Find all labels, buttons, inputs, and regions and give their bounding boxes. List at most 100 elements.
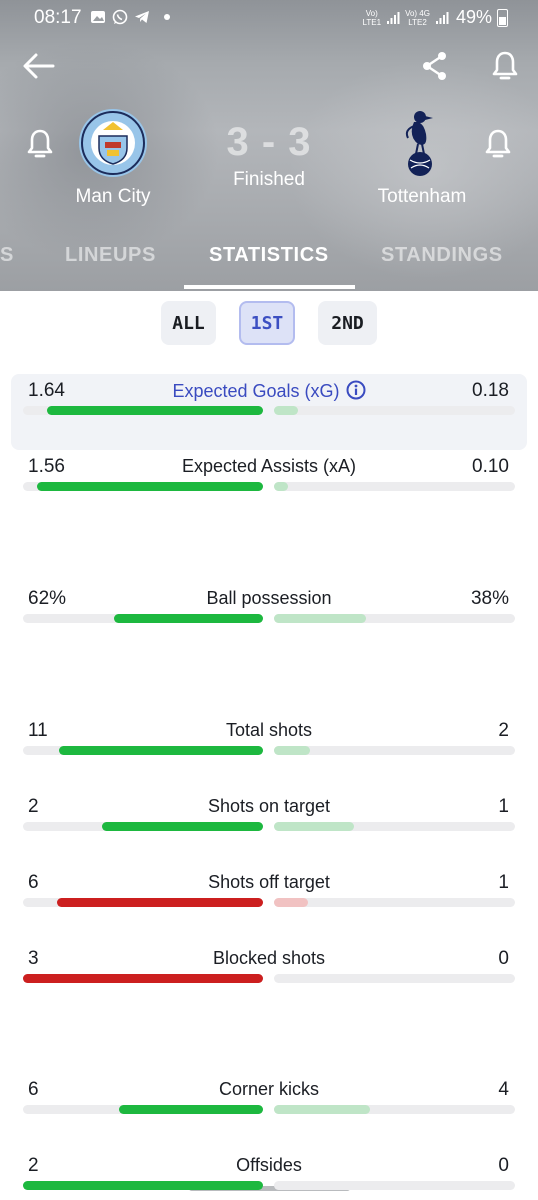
home-stat-bar-track — [23, 406, 263, 415]
home-stat-bar-track — [23, 974, 263, 983]
share-icon[interactable] — [421, 50, 449, 82]
battery-percent: 49% — [455, 7, 492, 27]
home-stat-bar-fill — [23, 1181, 263, 1190]
signal-icon — [387, 11, 400, 24]
notification-icons — [90, 9, 170, 25]
home-stat-bar-track — [23, 822, 263, 831]
match-status: Finished — [233, 169, 305, 190]
stat-row: 1.56 Expected Assists (xA) 0.10 — [0, 456, 538, 526]
away-stat-bar-fill — [274, 614, 366, 623]
gallery-icon — [91, 11, 105, 23]
away-stat-bar-track — [274, 974, 515, 983]
away-stat-bar-fill — [274, 746, 311, 755]
period-2nd-chip[interactable]: 2ND — [318, 301, 377, 345]
sim2-indicator: Vo) 4G LTE2 — [405, 9, 430, 27]
away-stat-bar-fill — [274, 898, 308, 907]
stat-label-text: Blocked shots — [212, 948, 326, 968]
home-stat-bar-fill — [23, 974, 263, 983]
home-team-name: Man City — [75, 186, 151, 207]
tab-summary[interactable]: S — [0, 244, 14, 267]
stat-row: 6 Shots off target 1 — [0, 872, 538, 942]
home-stat-bar-track — [23, 746, 263, 755]
status-bar: 08:17 Vo) LTE1 Vo) 4G LTE2 49% — [0, 0, 538, 36]
away-stat-bar-track — [274, 482, 515, 491]
away-stat-bar-track — [274, 1181, 515, 1190]
whatsapp-icon — [112, 9, 128, 25]
battery-icon — [497, 8, 508, 27]
away-stat-bar-fill — [274, 822, 354, 831]
sim1-indicator: Vo) LTE1 — [363, 9, 382, 27]
home-team[interactable]: Man City — [55, 108, 171, 208]
home-stat-bar-fill — [56, 898, 263, 907]
info-icon[interactable] — [346, 380, 366, 400]
status-time: 08:17 — [34, 7, 82, 28]
away-team-bell-icon[interactable] — [484, 128, 512, 160]
telegram-icon — [135, 11, 149, 23]
stat-away-value: 1 — [498, 872, 509, 893]
away-stat-bar-fill — [274, 1105, 371, 1114]
home-team-bell-icon[interactable] — [26, 128, 54, 160]
tab-standings[interactable]: STANDINGS — [381, 244, 503, 267]
stat-label[interactable]: Expected Goals (xG) — [0, 380, 538, 402]
more-notifications-dot — [164, 14, 170, 20]
home-stat-bar-track — [23, 1105, 263, 1114]
away-stat-bar-track — [274, 614, 515, 623]
stat-row: 1.64 Expected Goals (xG) 0.18 — [0, 374, 538, 450]
stat-away-value: 0 — [498, 948, 509, 969]
signal-icon — [435, 11, 449, 24]
stat-away-value: 0.10 — [472, 456, 509, 477]
man-city-crest-icon — [79, 109, 147, 177]
home-stat-bar-track — [23, 614, 263, 623]
back-arrow-icon[interactable] — [22, 52, 56, 80]
match-screen: 08:17 Vo) LTE1 Vo) 4G LTE2 49% Man City … — [0, 0, 538, 1200]
stat-away-value: 4 — [498, 1079, 509, 1100]
sim2-volte-label: Vo) 4G — [405, 8, 430, 18]
home-stat-bar-track — [23, 482, 263, 491]
stat-away-value: 1 — [498, 796, 509, 817]
period-1st-chip[interactable]: 1ST — [239, 301, 295, 345]
stat-label-text: Expected Goals (xG) — [172, 381, 340, 401]
stat-label: Expected Assists (xA) — [0, 456, 538, 477]
stat-label: Shots on target — [0, 796, 538, 817]
tab-lineups[interactable]: LINEUPS — [65, 244, 156, 267]
home-stat-bar-fill — [119, 1105, 263, 1114]
system-indicators: Vo) LTE1 Vo) 4G LTE2 49% — [363, 7, 508, 28]
home-stat-bar-track — [23, 898, 263, 907]
period-selector: ALL 1ST 2ND — [0, 301, 538, 347]
stat-label-text: Offsides — [236, 1155, 302, 1175]
stat-away-value: 2 — [498, 720, 509, 741]
stat-row: 6 Corner kicks 4 — [0, 1079, 538, 1149]
tottenham-crest-icon — [405, 111, 433, 176]
home-stat-bar-fill — [102, 822, 263, 831]
stat-label: Shots off target — [0, 872, 538, 893]
stat-label: Ball possession — [0, 588, 538, 609]
match-tabs: S LINEUPS STATISTICS STANDINGS — [0, 232, 538, 290]
stat-label-text: Shots off target — [208, 872, 330, 892]
home-stat-bar-fill — [114, 614, 263, 623]
stat-label: Corner kicks — [0, 1079, 538, 1100]
sim2-lte-label: LTE2 — [408, 17, 427, 27]
stat-label: Total shots — [0, 720, 538, 741]
stat-away-value: 0.18 — [472, 380, 509, 401]
stat-row: 2 Offsides 0 — [0, 1155, 538, 1200]
stat-row: 2 Shots on target 1 — [0, 796, 538, 866]
score-block: 3 - 3 Finished — [199, 120, 339, 191]
stat-label-text: Expected Assists (xA) — [181, 456, 357, 476]
away-stat-bar-track — [274, 1105, 515, 1114]
stat-label-text: Total shots — [225, 720, 313, 740]
away-stat-bar-track — [274, 746, 515, 755]
sim1-lte-label: LTE1 — [362, 17, 382, 27]
period-all-chip[interactable]: ALL — [161, 301, 216, 345]
away-stat-bar-track — [274, 406, 515, 415]
home-stat-bar-fill — [37, 482, 263, 491]
home-stat-bar-fill — [59, 746, 263, 755]
stat-label-text: Corner kicks — [218, 1079, 320, 1099]
home-stat-bar-fill — [47, 406, 263, 415]
stat-row: 3 Blocked shots 0 — [0, 948, 538, 1018]
stat-label: Blocked shots — [0, 948, 538, 969]
away-team[interactable]: Tottenham — [366, 108, 478, 208]
home-stat-bar-track — [23, 1181, 263, 1190]
tab-statistics[interactable]: STATISTICS — [209, 244, 329, 267]
match-score: 3 - 3 — [226, 120, 312, 164]
bell-icon[interactable] — [491, 50, 519, 82]
